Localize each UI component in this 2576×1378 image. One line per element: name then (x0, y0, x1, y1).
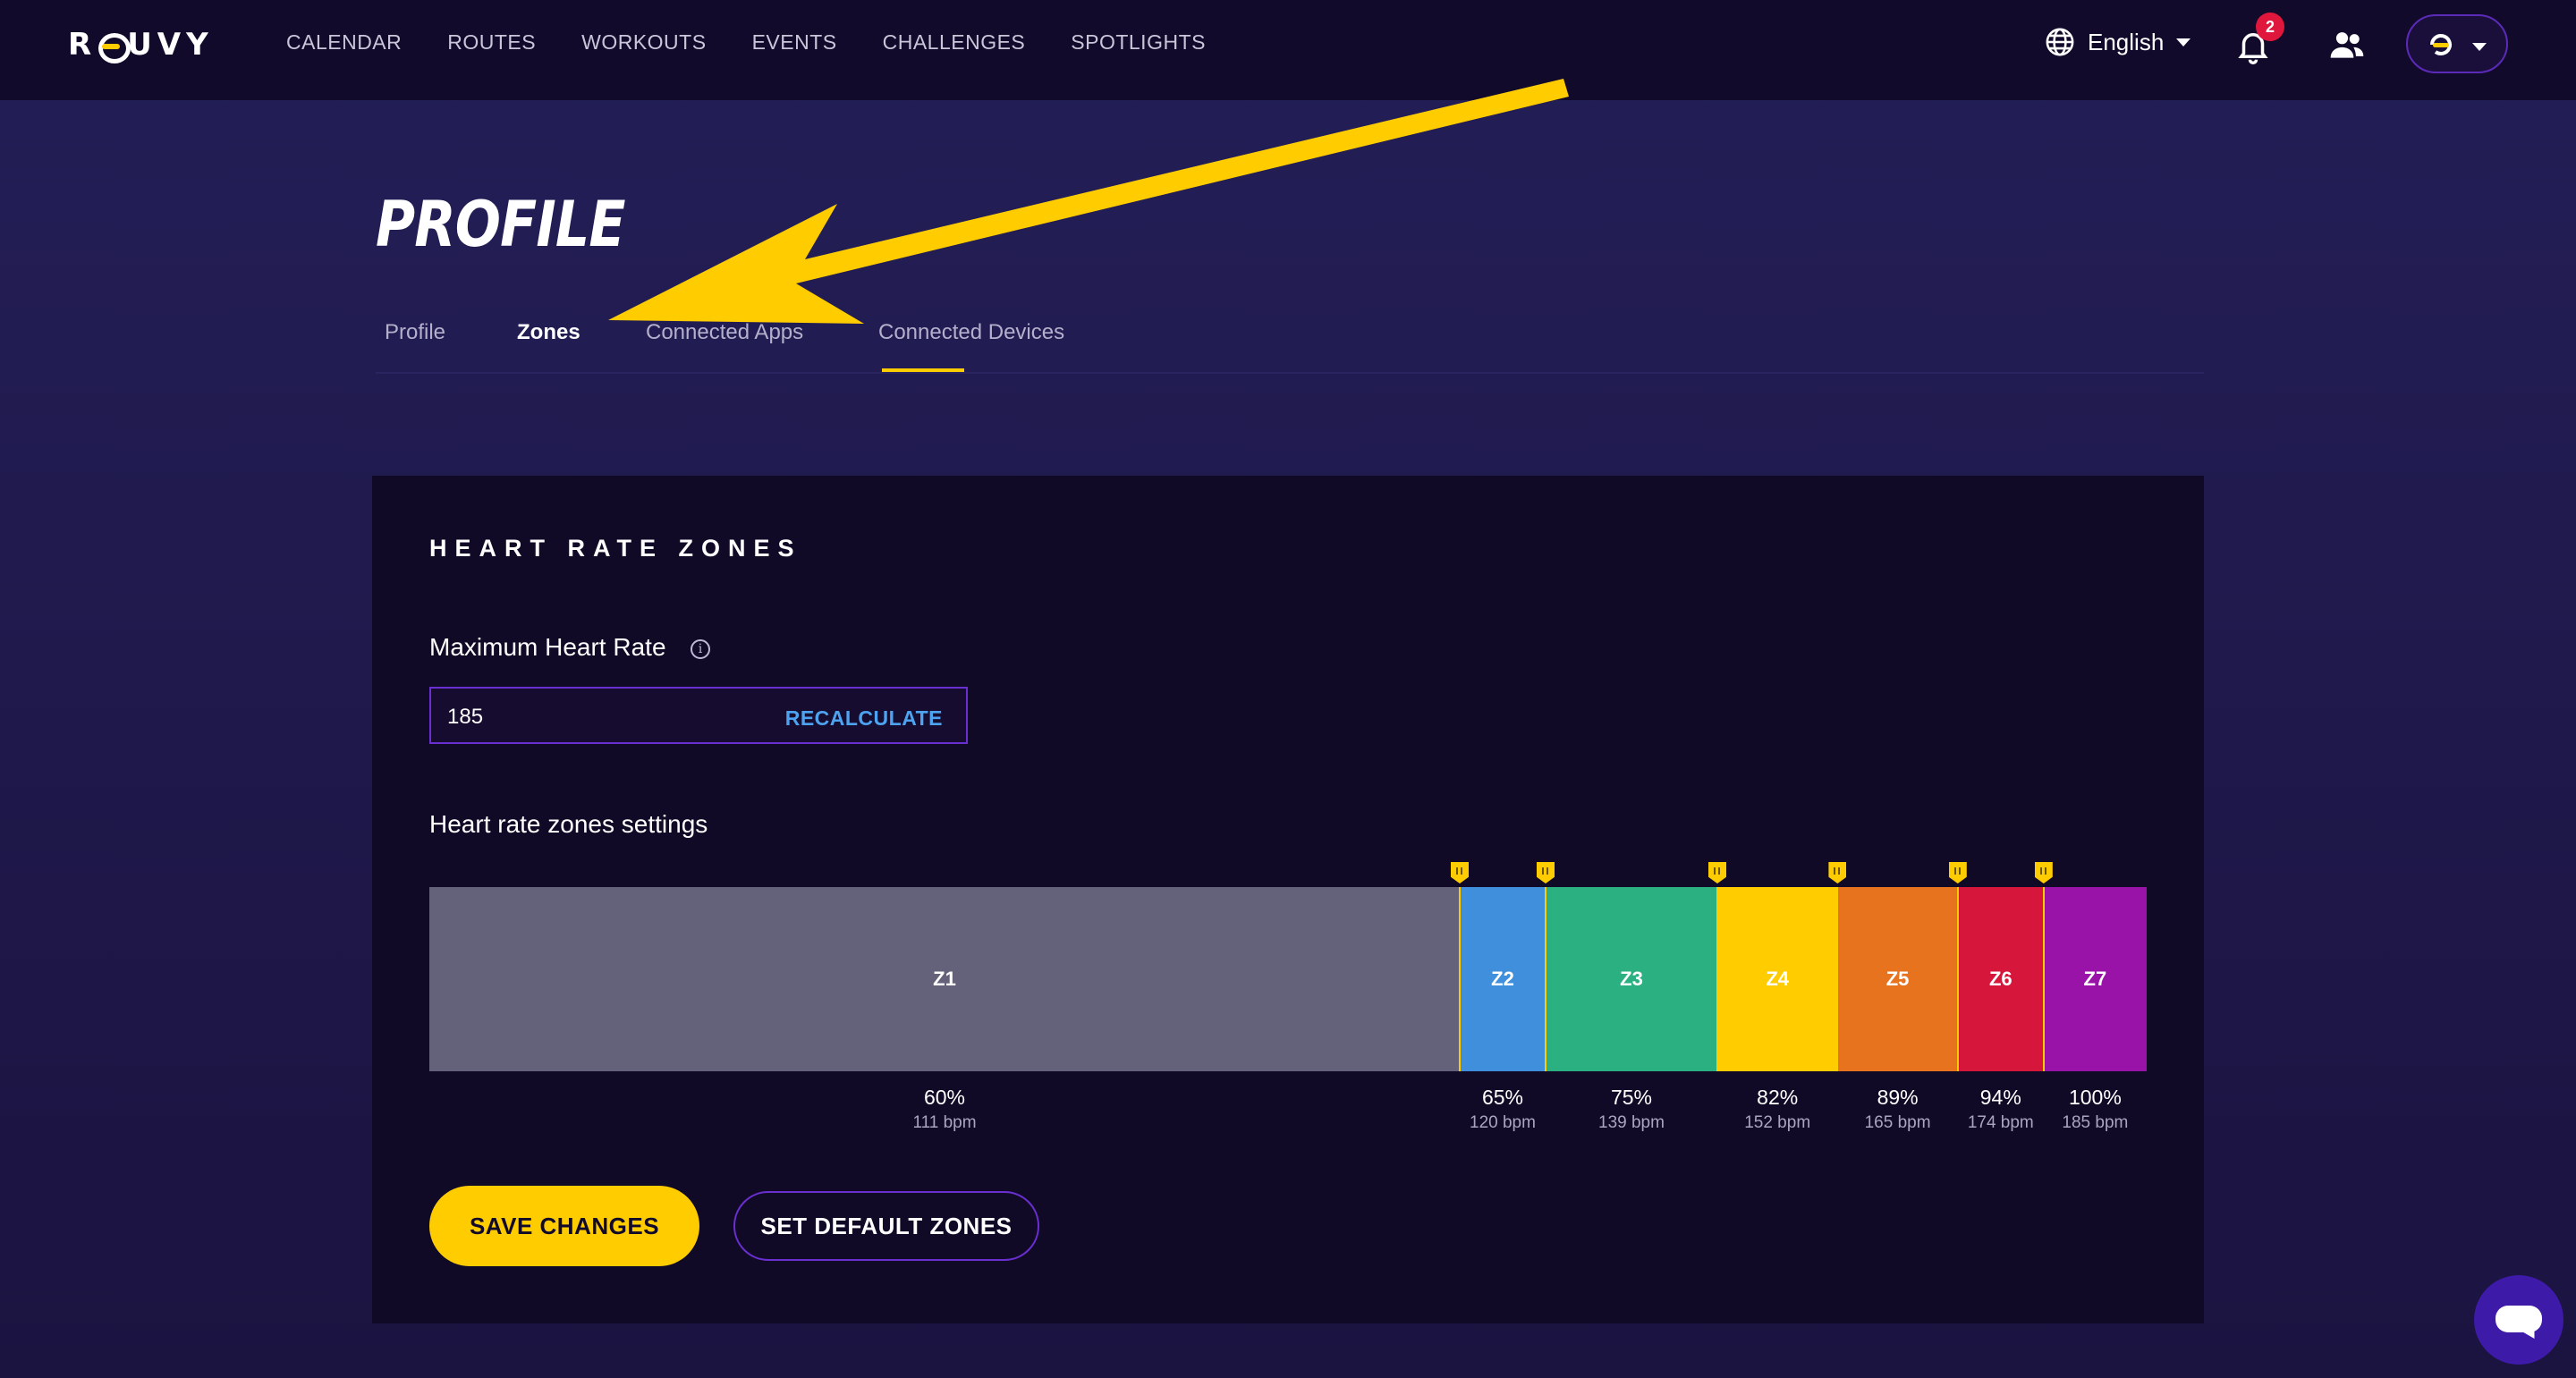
zone-bpm: 185 bpm (2062, 1113, 2129, 1132)
chevron-down-icon (2472, 43, 2487, 51)
zone-name: Z6 (1988, 968, 2012, 990)
zone-divider (1459, 887, 1461, 1071)
nav-routes[interactable]: ROUTES (447, 30, 536, 55)
chevron-down-icon (2176, 38, 2191, 46)
zone-z6: Z6 (1957, 887, 2044, 1071)
info-icon[interactable]: i (691, 639, 710, 659)
account-menu-button[interactable] (2406, 14, 2508, 73)
zone-drag-handle[interactable] (1828, 862, 1847, 883)
card-title: HEART RATE ZONES (429, 535, 802, 562)
zone-percent: 75% (1610, 1086, 1653, 1109)
page-title: PROFILE (376, 188, 626, 261)
tab-connected-apps[interactable]: Connected Apps (646, 320, 803, 345)
zone-threshold-label: 60% 111 bpm (873, 1086, 1016, 1133)
zone-divider (1716, 887, 1718, 1071)
zone-bpm: 120 bpm (1470, 1113, 1536, 1132)
nav-events[interactable]: EVENTS (752, 30, 837, 55)
top-navigation-bar: R UVY CALENDAR ROUTES WORKOUTS EVENTS CHA… (0, 0, 2576, 100)
logo-letter-r: R (68, 27, 97, 63)
zone-z7: Z7 (2043, 887, 2147, 1071)
zone-z3: Z3 (1546, 887, 1717, 1071)
zone-name: Z1 (933, 968, 956, 990)
tab-zones[interactable]: Zones (517, 320, 580, 345)
zone-z5: Z5 (1837, 887, 1958, 1071)
rouvy-logo[interactable]: R UVY (68, 27, 214, 63)
recalculate-button[interactable]: RECALCULATE (785, 706, 943, 731)
zone-name: Z7 (2083, 968, 2107, 990)
friends-icon[interactable] (2326, 25, 2368, 64)
globe-icon (2046, 28, 2074, 56)
max-heart-rate-value[interactable]: 185 (447, 705, 483, 730)
zone-bpm: 139 bpm (1598, 1113, 1665, 1132)
zone-drag-handle[interactable] (1708, 862, 1726, 883)
logo-letters-uvy: UVY (127, 27, 214, 63)
chat-button[interactable] (2474, 1275, 2563, 1365)
zone-z1: Z1 (429, 887, 1460, 1071)
tab-connected-devices[interactable]: Connected Devices (878, 320, 1064, 345)
max-heart-rate-label: Maximum Heart Rate (429, 633, 666, 661)
save-changes-button[interactable]: SAVE CHANGES (429, 1186, 699, 1266)
zone-drag-handle[interactable] (1537, 862, 1555, 883)
zone-drag-handle[interactable] (2034, 862, 2053, 883)
zone-percent: 60% (923, 1086, 966, 1109)
heart-rate-zones-card: HEART RATE ZONES Maximum Heart Rate i 18… (372, 476, 2204, 1323)
active-tab-indicator (882, 368, 964, 372)
zone-bar: Z1 60% 111 bpm Z2 65% 120 bpm Z3 75% 139 bpm Z4 82… (429, 862, 2147, 1132)
zone-name: Z2 (1491, 968, 1514, 990)
zone-name: Z4 (1766, 968, 1790, 990)
zone-drag-handle[interactable] (1451, 862, 1469, 883)
zone-z2: Z2 (1460, 887, 1546, 1071)
zone-divider (1545, 887, 1546, 1071)
nav-calendar[interactable]: CALENDAR (286, 30, 402, 55)
zone-threshold-label: 65% 120 bpm (1431, 1086, 1574, 1133)
nav-challenges[interactable]: CHALLENGES (883, 30, 1026, 55)
main-nav: CALENDAR ROUTES WORKOUTS EVENTS CHALLENG… (286, 30, 1206, 55)
nav-workouts[interactable]: WORKOUTS (581, 30, 706, 55)
profile-tabs: Profile Zones Connected Apps Connected D… (376, 313, 2204, 374)
zone-name: Z3 (1620, 968, 1643, 990)
zone-percent: 100% (2068, 1086, 2122, 1109)
set-default-zones-button[interactable]: SET DEFAULT ZONES (733, 1191, 1039, 1261)
zone-divider (1956, 887, 1959, 1071)
zone-percent: 65% (1481, 1086, 1524, 1109)
zone-drag-handle[interactable] (1948, 862, 1967, 883)
zone-divider (1836, 887, 1839, 1071)
notification-badge: 2 (2256, 13, 2284, 41)
max-heart-rate-field[interactable]: 185 RECALCULATE (429, 687, 968, 744)
tab-profile[interactable]: Profile (385, 320, 445, 345)
avatar-logo-icon (2430, 34, 2452, 55)
zone-name: Z5 (1885, 968, 1910, 990)
zone-z4: Z4 (1717, 887, 1838, 1071)
language-selector[interactable]: English (2045, 27, 2191, 57)
zone-threshold-label: 75% 139 bpm (1560, 1086, 1703, 1133)
language-label: English (2088, 28, 2165, 55)
logo-o-mark (97, 31, 131, 63)
zone-bpm: 111 bpm (912, 1113, 977, 1132)
zone-divider (2042, 887, 2045, 1071)
nav-spotlights[interactable]: SPOTLIGHTS (1071, 30, 1206, 55)
zone-threshold-label: 100% 185 bpm (2023, 1086, 2166, 1133)
zones-settings-label: Heart rate zones settings (429, 810, 708, 838)
